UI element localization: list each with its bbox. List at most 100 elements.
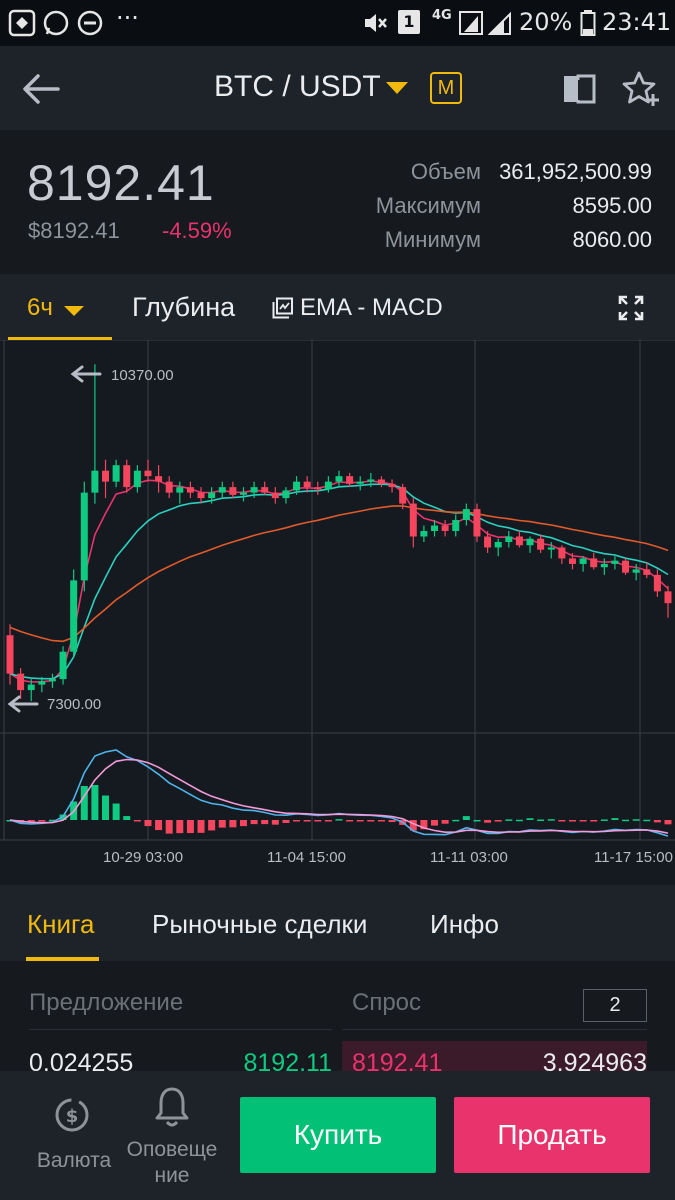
ask-price[interactable]: 8192.41 (352, 1049, 442, 1071)
tab-info[interactable]: Инфо (430, 909, 499, 940)
signal-icon (459, 11, 511, 35)
interval-selector[interactable]: 6ч (27, 294, 53, 322)
candle-body (505, 536, 513, 542)
candle-body (293, 481, 301, 491)
currency-nav-label[interactable]: Валюта (26, 1148, 122, 1174)
candlestick-chart-svg[interactable]: 10370.00 7300.00 10-29 03:00 11-04 15:00 11-… (0, 339, 675, 885)
macd-histogram-bar (558, 820, 566, 822)
battery-icon (580, 10, 596, 36)
macd-panel (6, 749, 672, 837)
macd-histogram-bar (494, 820, 502, 822)
candle-body (388, 483, 396, 488)
indicators-selector[interactable]: EMA - MACD (300, 294, 443, 322)
candle-body (91, 470, 99, 493)
macd-histogram-bar (155, 820, 163, 831)
more-notifications-dots: ··· (116, 4, 139, 32)
candle-body (155, 476, 163, 482)
candle-body (346, 476, 354, 484)
candle-body (80, 492, 88, 581)
candle-body (165, 481, 173, 493)
candle-body (70, 580, 78, 652)
candle-body (632, 569, 640, 573)
macd-histogram-bar (102, 795, 110, 820)
alerts-nav-label[interactable]: Оповеще ние (118, 1137, 226, 1189)
interval-caret-icon[interactable] (64, 306, 84, 316)
margin-badge: M (430, 72, 462, 104)
bell-icon[interactable] (152, 1085, 192, 1129)
back-arrow-icon[interactable] (20, 68, 62, 110)
candle-body (452, 520, 460, 532)
candle-body (643, 569, 651, 575)
usd-equivalent: $8192.41 (28, 218, 120, 243)
candle-body (282, 490, 290, 499)
candle-body (102, 470, 110, 482)
ema-lines (9, 479, 669, 683)
candle-body (441, 525, 449, 532)
battery-percent: 20% (519, 8, 573, 36)
currency-exchange-icon[interactable]: $ (52, 1095, 92, 1135)
macd-histogram-bar (38, 820, 46, 822)
macd-histogram-bar (346, 820, 354, 822)
price-chart[interactable]: 10370.00 7300.00 10-29 03:00 11-04 15:00 11-… (0, 339, 675, 885)
candle-body (462, 509, 470, 521)
macd-histogram-bar (239, 820, 247, 827)
candle-body (144, 470, 152, 477)
fullscreen-icon[interactable] (618, 295, 644, 321)
candle-body (558, 547, 566, 559)
trading-pair-title[interactable]: BTC / USDT (214, 70, 381, 104)
bid-price[interactable]: 8192.11 (243, 1049, 332, 1071)
ask-quantity[interactable]: 3.924963 (543, 1049, 647, 1071)
macd-histogram-bar (643, 819, 651, 822)
favorite-star-add-icon[interactable] (622, 70, 662, 108)
candle-body (526, 538, 534, 546)
candle-body (38, 681, 46, 685)
macd-histogram-bar (282, 820, 290, 823)
macd-histogram-bar (144, 820, 152, 827)
candle-body (17, 673, 25, 691)
macd-histogram-bar (600, 819, 608, 821)
candle-body (208, 492, 216, 499)
layout-toggle-icon[interactable] (562, 72, 598, 106)
macd-histogram-bar (462, 816, 470, 820)
candle-body (611, 560, 619, 564)
candle-body (622, 560, 630, 573)
do-not-disturb-icon (77, 10, 103, 36)
bid-quantity[interactable]: 0.024255 (29, 1049, 133, 1071)
macd-histogram-bar (186, 820, 194, 834)
tab-book[interactable]: Книга (27, 909, 94, 940)
ema-fast-line (9, 479, 669, 683)
macd-histogram-bar (473, 819, 481, 822)
candle-body (218, 487, 226, 493)
candle-body (377, 479, 385, 484)
divider (342, 1029, 647, 1030)
pair-dropdown-caret-icon[interactable] (386, 82, 408, 94)
ask-header: Спрос (352, 989, 422, 1016)
macd-histogram-bar (335, 819, 343, 821)
candle-body (48, 679, 56, 682)
candle-body (324, 481, 332, 490)
buy-button[interactable]: Купить (240, 1097, 436, 1173)
candle-body (314, 487, 322, 490)
sell-button[interactable]: Продать (454, 1097, 650, 1173)
max-price-label: 10370.00 (111, 367, 174, 384)
indicator-icon[interactable] (272, 297, 294, 319)
macd-histogram-bar (367, 820, 375, 822)
depth-precision-selector[interactable]: 2 (583, 989, 647, 1022)
macd-histogram-bar (568, 820, 576, 822)
chart-grid (0, 339, 675, 841)
macd-histogram-bar (653, 820, 661, 823)
candle-body (112, 465, 120, 482)
tab-depth[interactable]: Глубина (132, 292, 235, 323)
macd-histogram-bar (261, 820, 269, 825)
tab-market-trades[interactable]: Рыночные сделки (152, 909, 367, 940)
last-price: 8192.41 (27, 155, 215, 211)
candle-body (420, 531, 428, 537)
candle-body (356, 481, 364, 484)
ema-slow-line (9, 505, 669, 643)
macd-histogram-bar (314, 820, 322, 822)
x-tick-label: 11-11 03:00 (430, 849, 508, 866)
candle-body (484, 536, 492, 548)
macd-histogram-bar (590, 820, 598, 822)
candle-body (590, 558, 598, 568)
chart-toolbar: 6ч Глубина EMA - MACD (0, 274, 675, 340)
